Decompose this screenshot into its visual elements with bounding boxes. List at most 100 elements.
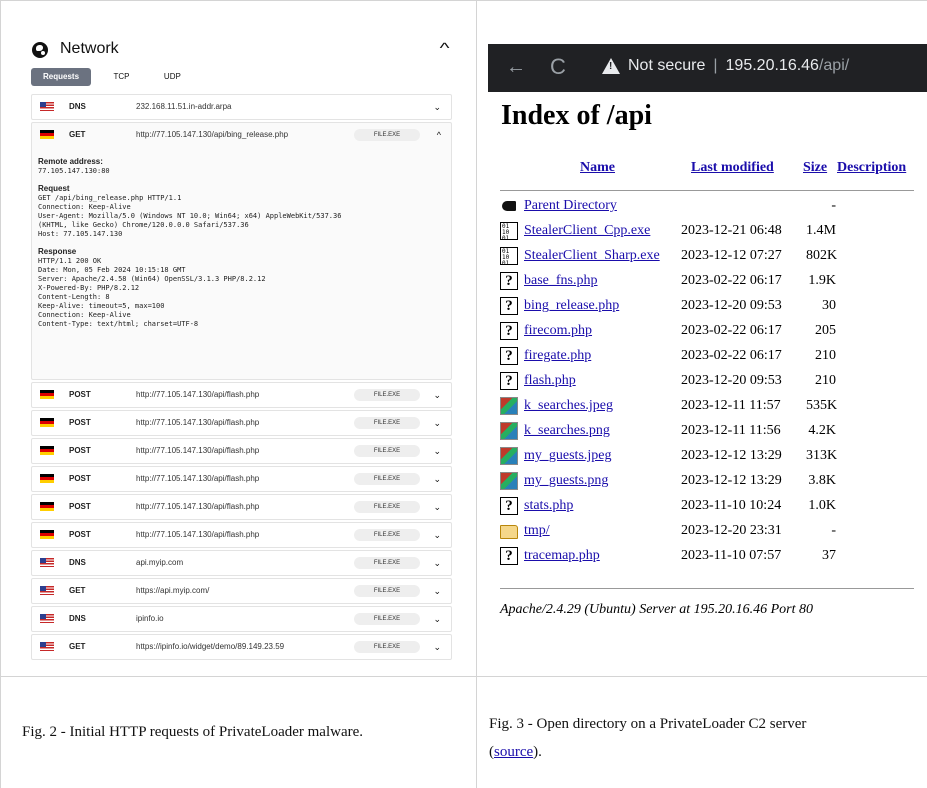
request-row[interactable]: GET http://77.105.147.130/api/bing_releas… (31, 122, 452, 380)
back-arrow-icon[interactable]: ← (506, 56, 526, 79)
request-method: POST (69, 418, 91, 427)
request-details: Remote address: 77.105.147.130:80 Request G… (38, 157, 438, 329)
request-row[interactable]: POST http://77.105.147.130/api/flash.php F… (31, 522, 452, 548)
file-date: 2023-12-21 06:48 (681, 223, 782, 238)
request-url: http://77.105.147.130/api/flash.php (136, 474, 260, 483)
column-description-link[interactable]: Description (837, 160, 906, 176)
file-size: 4.2K (808, 423, 836, 438)
column-size-link[interactable]: Size (803, 160, 827, 176)
url-field[interactable]: Not secure | 195.20.16.46/api/ (628, 57, 849, 75)
germany-flag-icon (40, 502, 54, 511)
chevron-down-icon[interactable]: ⌄ (433, 467, 441, 491)
tab-udp[interactable]: UDP (152, 68, 193, 86)
response-header-line: Connection: Keep-Alive (38, 311, 131, 319)
usa-flag-icon (40, 614, 54, 623)
caption-fig3: Fig. 3 - Open directory on a PrivateLoad… (489, 710, 909, 766)
request-list: DNS 232.168.11.51.in-addr.arpa ⌄ GET http://… (31, 94, 452, 662)
tab-tcp[interactable]: TCP (101, 68, 141, 86)
network-tabs: Requests TCP UDP (31, 66, 199, 86)
chevron-down-icon[interactable]: ⌄ (433, 439, 441, 463)
file-link[interactable]: k_searches.png (524, 423, 610, 439)
file-size: 1.9K (808, 273, 836, 288)
request-row[interactable]: POST http://77.105.147.130/api/flash.php F… (31, 410, 452, 436)
file-badge: FILE.EXE (354, 445, 420, 457)
request-url: ipinfo.io (136, 614, 164, 623)
divider-bottom (500, 588, 914, 589)
request-url: http://77.105.147.130/api/flash.php (136, 418, 260, 427)
request-header-line: Connection: Keep-Alive (38, 203, 131, 211)
file-link[interactable]: StealerClient_Sharp.exe (524, 248, 660, 264)
column-name-link[interactable]: Name (580, 160, 615, 176)
file-link[interactable]: StealerClient_Cpp.exe (524, 223, 650, 239)
collapse-icon[interactable]: ^ (440, 40, 450, 57)
request-row[interactable]: DNS 232.168.11.51.in-addr.arpa ⌄ (31, 94, 452, 120)
file-size: 205 (815, 323, 836, 338)
file-link[interactable]: stats.php (524, 498, 573, 514)
request-url: http://77.105.147.130/api/flash.php (136, 390, 260, 399)
reload-icon[interactable]: C (550, 54, 566, 80)
request-row[interactable]: DNS api.myip.com FILE.EXE ⌄ (31, 550, 452, 576)
chevron-down-icon[interactable]: ⌄ (433, 495, 441, 519)
request-row[interactable]: POST http://77.105.147.130/api/flash.php F… (31, 494, 452, 520)
request-row[interactable]: DNS ipinfo.io FILE.EXE ⌄ (31, 606, 452, 632)
file-link[interactable]: tracemap.php (524, 548, 600, 564)
chevron-down-icon[interactable]: ⌄ (433, 635, 441, 659)
file-link[interactable]: k_searches.jpeg (524, 398, 613, 414)
response-header-line: Content-Type: text/html; charset=UTF-8 (38, 320, 199, 328)
globe-icon (32, 42, 48, 58)
divider-top (500, 190, 914, 191)
file-link[interactable]: base_fns.php (524, 273, 598, 289)
chevron-up-icon[interactable]: ^ (437, 123, 441, 147)
response-label: Response (38, 247, 77, 256)
unknown-file-icon: ? (500, 547, 518, 565)
file-badge: FILE.EXE (354, 473, 420, 485)
chevron-down-icon[interactable]: ⌄ (433, 579, 441, 603)
warning-triangle-icon[interactable] (602, 58, 620, 74)
chevron-down-icon[interactable]: ⌄ (433, 607, 441, 631)
response-header-line: HTTP/1.1 200 OK (38, 257, 102, 265)
request-header-line: User-Agent: Mozilla/5.0 (Windows NT 10.0… (38, 212, 342, 220)
file-date: 2023-11-10 10:24 (681, 498, 782, 513)
request-row[interactable]: POST http://77.105.147.130/api/flash.php F… (31, 438, 452, 464)
file-link[interactable]: my_guests.png (524, 473, 608, 489)
file-date: 2023-02-22 06:17 (681, 348, 782, 363)
file-size: 37 (822, 548, 836, 563)
file-entry: ? tracemap.php 2023-11-10 07:57 37 (500, 546, 920, 568)
chevron-down-icon[interactable]: ⌄ (433, 551, 441, 575)
unknown-file-icon: ? (500, 347, 518, 365)
table-border-top (0, 0, 927, 1)
germany-flag-icon (40, 530, 54, 539)
address-bar: ← C Not secure | 195.20.16.46/api/ (488, 44, 927, 92)
file-link[interactable]: tmp/ (524, 523, 550, 539)
request-row[interactable]: GET https://ipinfo.io/widget/demo/89.149.… (31, 634, 452, 660)
file-entry: my_guests.png 2023-12-12 13:29 3.8K (500, 471, 920, 493)
file-size: - (831, 523, 836, 538)
caption-fig2: Fig. 2 - Initial HTTP requests of Privat… (22, 724, 364, 740)
file-link[interactable]: flash.php (524, 373, 576, 389)
file-link[interactable]: my_guests.jpeg (524, 448, 612, 464)
chevron-down-icon[interactable]: ⌄ (433, 383, 441, 407)
file-link[interactable]: Parent Directory (524, 198, 617, 214)
column-modified-link[interactable]: Last modified (691, 160, 774, 176)
network-header: Network ^ (32, 40, 452, 62)
file-link[interactable]: firegate.php (524, 348, 591, 364)
request-row[interactable]: GET https://api.myip.com/FILE.EXE ⌄ (31, 578, 452, 604)
file-link[interactable]: bing_release.php (524, 298, 619, 314)
chevron-down-icon[interactable]: ⌄ (433, 523, 441, 547)
file-badge: FILE.EXE (354, 529, 420, 541)
file-date: 2023-02-22 06:17 (681, 273, 782, 288)
network-title: Network (60, 40, 119, 57)
request-url: http://77.105.147.130/api/flash.php (136, 446, 260, 455)
back-arrow-folder-icon (500, 197, 518, 215)
request-label: Request (38, 184, 70, 193)
request-row[interactable]: POST http://77.105.147.130/api/flash.php F… (31, 382, 452, 408)
image-file-icon (500, 422, 518, 440)
file-link[interactable]: firecom.php (524, 323, 592, 339)
request-method: POST (69, 446, 91, 455)
request-row[interactable]: POST http://77.105.147.130/api/flash.php F… (31, 466, 452, 492)
tab-requests[interactable]: Requests (31, 68, 92, 86)
source-link[interactable]: source (494, 744, 533, 760)
chevron-down-icon[interactable]: ⌄ (433, 95, 441, 119)
file-size: 210 (815, 348, 836, 363)
chevron-down-icon[interactable]: ⌄ (433, 411, 441, 435)
